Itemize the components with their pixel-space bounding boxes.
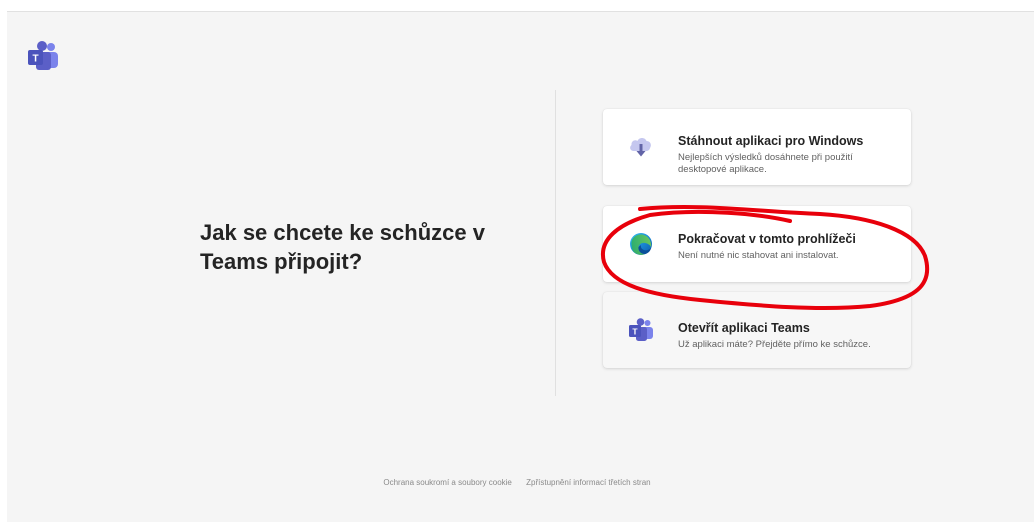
browser-option-title: Pokračovat v tomto prohlížeči [678,232,856,246]
browser-option-description: Není nutné nic stahovat ani instalovat. [678,250,839,261]
svg-text:T: T [632,327,638,337]
teams-app-option-title: Otevřít aplikaci Teams [678,321,810,335]
teams-app-option-description: Už aplikaci máte? Přejděte přímo ke schů… [678,339,871,350]
footer: Ochrana soukromí a soubory cookie Zpříst… [0,478,1034,487]
download-option-description: Nejlepších výsledků dosáhnete při použit… [678,152,853,175]
privacy-cookies-link[interactable]: Ochrana soukromí a soubory cookie [383,478,512,487]
download-cloud-icon [630,138,651,157]
teams-app-icon: T [629,318,653,341]
svg-text:T: T [32,54,38,65]
open-teams-app-option[interactable]: T Otevřít aplikaci Teams Už aplikaci mát… [603,292,911,368]
download-windows-app-option[interactable]: Stáhnout aplikaci pro Windows Nejlepších… [603,109,911,185]
download-option-title: Stáhnout aplikaci pro Windows [678,134,864,148]
page-title-line2: Teams připojit? [200,249,363,274]
continue-in-browser-option[interactable]: Pokračovat v tomto prohlížeči Není nutné… [603,206,911,282]
page-title-line1: Jak se chcete ke schůzce v [200,220,485,245]
page: T Jak se chcete ke schůzce v Teams připo… [0,0,1034,522]
teams-logo-icon: T [28,41,58,70]
edge-browser-icon [630,233,652,255]
page-title: Jak se chcete ke schůzce v Teams připoji… [200,218,540,276]
vertical-divider [555,90,556,396]
third-party-notices-link[interactable]: Zpřístupnění informací třetích stran [526,478,651,487]
